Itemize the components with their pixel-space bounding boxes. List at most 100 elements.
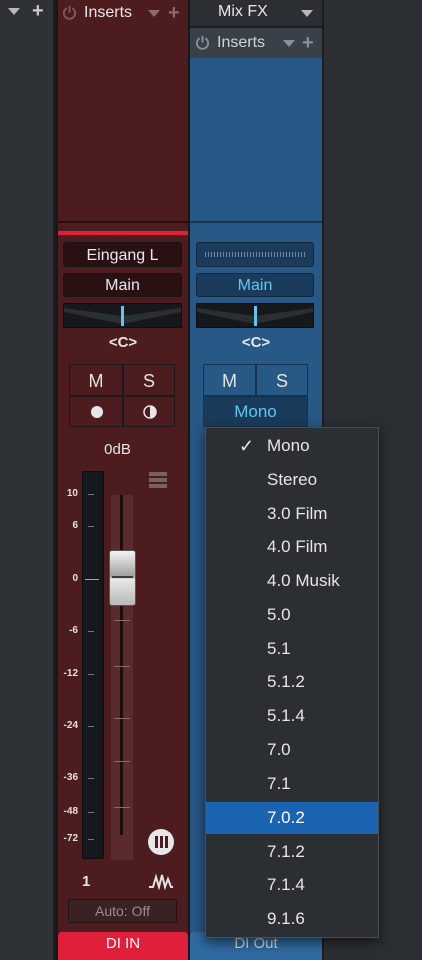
plus-icon[interactable]: + [168,3,180,23]
menu-item[interactable]: 5.1.2 [206,666,378,698]
selection-indicator [58,231,188,235]
pan-indicator [254,306,257,326]
chevron-down-icon[interactable] [301,10,313,17]
fader-mark [114,761,130,762]
pan-slider[interactable] [196,303,314,328]
menu-item[interactable]: 7.1.4 [206,869,378,901]
meter-tick [88,726,94,727]
chevron-down-icon[interactable] [283,40,295,47]
icon-bar [155,836,158,848]
channel-mode-dropdown: ✓ Mono Stereo 3.0 Film 4.0 Film 4.0 Musik… [205,427,379,938]
automation-button[interactable]: Auto: Off [68,899,177,923]
monitor-icon [143,405,157,419]
mute-button[interactable]: M [203,364,256,396]
fader-mark [114,718,130,719]
meter-tick [88,674,94,675]
meter-tick [88,526,94,527]
fader-mark [114,620,130,621]
solo-button[interactable]: S [123,364,175,396]
pan-slider[interactable] [63,303,182,328]
level-meter [82,471,104,859]
channel-name[interactable]: DI IN [58,932,188,960]
inserts-label: Inserts [84,4,133,21]
scale-label: -12 [63,668,78,679]
menu-item-label: Stereo [267,470,318,489]
input-meter-strip [196,242,314,267]
channel-settings-icon[interactable] [148,829,174,855]
menu-item-label: 7.1 [267,774,291,793]
pan-value: <C> [108,334,138,351]
output-selector[interactable]: Main [196,273,314,297]
menu-item-label: 5.1.4 [267,706,305,725]
icon-bar [160,836,163,848]
checkmark-icon: ✓ [239,436,255,456]
channel-list-strip: + [0,0,55,960]
channel-strip-di-in: Inserts + Eingang L Main <C> M S 0dB 10 … [58,0,188,960]
menu-item[interactable]: 3.0 Film [206,498,378,530]
menu-item-label: 4.0 Film [267,537,328,556]
menu-item[interactable]: Stereo [206,464,378,496]
menu-item[interactable]: 5.1.4 [206,700,378,732]
record-button[interactable] [69,396,123,427]
menu-item[interactable]: 7.1 [206,768,378,800]
menu-item-label: 7.0 [267,740,291,759]
menu-item[interactable]: 9.1.6 [206,903,378,935]
scale-label: 10 [66,488,78,499]
chevron-down-icon[interactable] [8,8,20,15]
level-readout: 0dB [104,441,131,458]
meter-tick [88,778,94,779]
menu-item-selected[interactable]: 7.0.2 [206,802,378,834]
scale-label: -48 [63,806,78,817]
menu-item[interactable]: 4.0 Film [206,531,378,563]
scale-label: -24 [63,720,78,731]
mute-button[interactable]: M [69,364,123,396]
fader-slot [120,495,123,835]
fader-knob[interactable] [109,550,136,606]
divider [190,221,322,223]
waveform-icon[interactable] [148,872,174,890]
meter-tick [88,494,94,495]
fader-mark [114,666,130,667]
menu-item[interactable]: 4.0 Musik [206,565,378,597]
menu-item[interactable]: 7.1.2 [206,836,378,868]
pan-value: <C> [241,334,271,351]
power-icon[interactable] [195,35,210,50]
fx-header[interactable]: Mix FX [190,0,322,26]
scale-label: 0 [72,573,78,584]
menu-item-label: 5.1.2 [267,672,305,691]
meter-tick [88,631,94,632]
channel-mode-button[interactable]: Mono [203,396,308,427]
menu-item[interactable]: 5.0 [206,599,378,631]
menu-item-label: 7.1.2 [267,842,305,861]
plus-icon[interactable]: + [302,33,314,53]
channel-number: 1 [82,873,91,890]
list-icon[interactable] [149,471,167,489]
input-selector[interactable]: Eingang L [63,242,182,267]
chevron-down-icon[interactable] [148,10,160,17]
inserts-header[interactable]: Inserts + [190,28,322,58]
plus-icon[interactable]: + [32,1,44,21]
menu-item-label: 7.1.4 [267,875,305,894]
menu-item[interactable]: 7.0 [206,734,378,766]
record-icon [91,406,103,418]
scale-label: -72 [63,833,78,844]
menu-item-label: 5.0 [267,605,291,624]
meter-tick [88,839,94,840]
menu-item-label: Mono [267,436,310,455]
menu-item[interactable]: 5.1 [206,633,378,665]
scale-label: -36 [63,772,78,783]
inserts-label: Inserts [217,34,266,51]
output-selector[interactable]: Main [63,273,182,297]
menu-item[interactable]: ✓ Mono [206,430,378,462]
icon-bar [165,836,168,848]
scale-label: 6 [72,520,78,531]
fx-header-label: Mix FX [218,3,268,20]
menu-item-label: 7.0.2 [267,808,305,827]
monitor-button[interactable] [123,396,175,427]
solo-button[interactable]: S [256,364,308,396]
scale-label: -6 [69,625,78,636]
power-icon[interactable] [62,5,77,20]
inserts-header[interactable]: Inserts + [58,0,188,26]
fader-line [112,576,133,578]
meter-tick [85,579,99,580]
